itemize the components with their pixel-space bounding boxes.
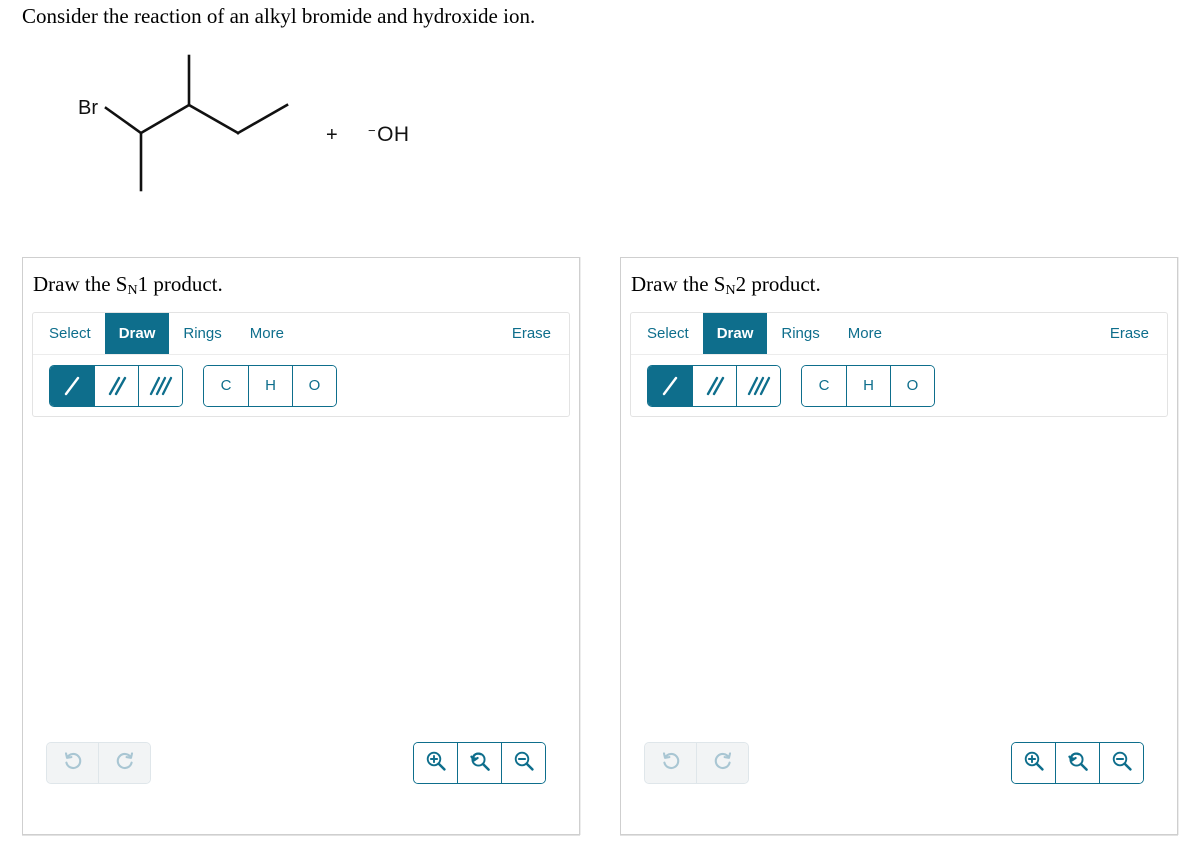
erase-button[interactable]: Erase: [498, 313, 569, 354]
undo-icon: [62, 750, 84, 777]
zoom-reset-button[interactable]: [1055, 743, 1099, 783]
page-title: Consider the reaction of an alkyl bromid…: [22, 4, 536, 28]
atom-button-carbon[interactable]: C: [204, 365, 248, 406]
hydroxide-formula: OH: [377, 123, 410, 146]
title-prefix: Draw the S: [631, 272, 726, 296]
sn1-answer-panel: Draw the SN1 product. Select Draw Rings …: [22, 257, 580, 835]
triple-bond-icon: [746, 373, 772, 399]
redo-button[interactable]: [696, 743, 748, 783]
single-bond-button[interactable]: [648, 365, 692, 406]
sn1-editor-toolbox: Select Draw Rings More Erase C H O: [32, 312, 570, 417]
tab-rings[interactable]: Rings: [169, 313, 235, 354]
zoom-in-icon: [1022, 749, 1046, 778]
zoom-in-icon: [424, 749, 448, 778]
undo-button[interactable]: [645, 743, 696, 783]
tab-select[interactable]: Select: [633, 313, 703, 354]
bromine-atom-label: Br: [78, 97, 98, 119]
atom-button-oxygen[interactable]: O: [890, 365, 934, 406]
title-mechanism-number: 2: [735, 272, 747, 296]
tab-row-spacer: [896, 313, 1096, 354]
zoom-out-button[interactable]: [501, 743, 545, 783]
zoom-reset-button[interactable]: [457, 743, 501, 783]
zoom-out-button[interactable]: [1099, 743, 1143, 783]
tab-more[interactable]: More: [236, 313, 298, 354]
title-suffix: product.: [746, 272, 821, 296]
single-bond-icon: [658, 373, 682, 399]
sn2-zoom-group: [1011, 742, 1144, 784]
tab-select[interactable]: Select: [35, 313, 105, 354]
sn1-tool-row: C H O: [33, 355, 569, 416]
hydroxide-label: −OH: [368, 123, 410, 147]
tab-draw[interactable]: Draw: [702, 313, 768, 354]
redo-icon: [712, 750, 734, 777]
zoom-reset-icon: [468, 749, 492, 778]
triple-bond-button[interactable]: [138, 365, 182, 406]
title-subscript: N: [127, 283, 138, 298]
double-bond-icon: [703, 373, 727, 399]
zoom-in-button[interactable]: [1012, 743, 1055, 783]
bond-tool-group: [49, 364, 183, 407]
sn2-tool-row: C H O: [631, 355, 1167, 416]
sn2-editor-toolbox: Select Draw Rings More Erase C H O: [630, 312, 1168, 417]
zoom-in-button[interactable]: [414, 743, 457, 783]
atom-button-carbon[interactable]: C: [802, 365, 846, 406]
atom-button-oxygen[interactable]: O: [292, 365, 336, 406]
atom-button-hydrogen[interactable]: H: [846, 365, 890, 406]
sn2-answer-panel: Draw the SN2 product. Select Draw Rings …: [620, 257, 1178, 835]
title-prefix: Draw the S: [33, 272, 128, 296]
double-bond-icon: [105, 373, 129, 399]
sn1-history-group: [46, 742, 151, 784]
undo-button[interactable]: [47, 743, 98, 783]
tab-draw[interactable]: Draw: [104, 313, 170, 354]
tab-rings[interactable]: Rings: [767, 313, 833, 354]
sn2-tab-row: Select Draw Rings More Erase: [631, 313, 1167, 355]
erase-button[interactable]: Erase: [1096, 313, 1167, 354]
negative-charge-superscript: −: [368, 123, 377, 138]
sn1-tab-row: Select Draw Rings More Erase: [33, 313, 569, 355]
atom-button-hydrogen[interactable]: H: [248, 365, 292, 406]
reactant-structure-svg: Br: [78, 54, 289, 192]
zoom-out-icon: [512, 749, 536, 778]
sn1-zoom-group: [413, 742, 546, 784]
zoom-reset-icon: [1066, 749, 1090, 778]
undo-icon: [660, 750, 682, 777]
tab-row-spacer: [298, 313, 498, 354]
redo-icon: [114, 750, 136, 777]
single-bond-button[interactable]: [50, 365, 94, 406]
bond-tool-group: [647, 364, 781, 407]
title-mechanism-number: 1: [137, 272, 149, 296]
single-bond-icon: [60, 373, 84, 399]
reaction-scheme: Br + −OH: [0, 40, 620, 220]
title-subscript: N: [725, 283, 736, 298]
atom-tool-group: C H O: [801, 364, 935, 407]
atom-tool-group: C H O: [203, 364, 337, 407]
triple-bond-button[interactable]: [736, 365, 780, 406]
plus-sign: +: [326, 124, 338, 146]
title-suffix: product.: [148, 272, 223, 296]
tab-more[interactable]: More: [834, 313, 896, 354]
sn2-history-group: [644, 742, 749, 784]
triple-bond-icon: [148, 373, 174, 399]
sn2-panel-title: Draw the SN2 product.: [631, 272, 1177, 299]
zoom-out-icon: [1110, 749, 1134, 778]
double-bond-button[interactable]: [94, 365, 138, 406]
sn1-panel-title: Draw the SN1 product.: [33, 272, 579, 299]
double-bond-button[interactable]: [692, 365, 736, 406]
redo-button[interactable]: [98, 743, 150, 783]
